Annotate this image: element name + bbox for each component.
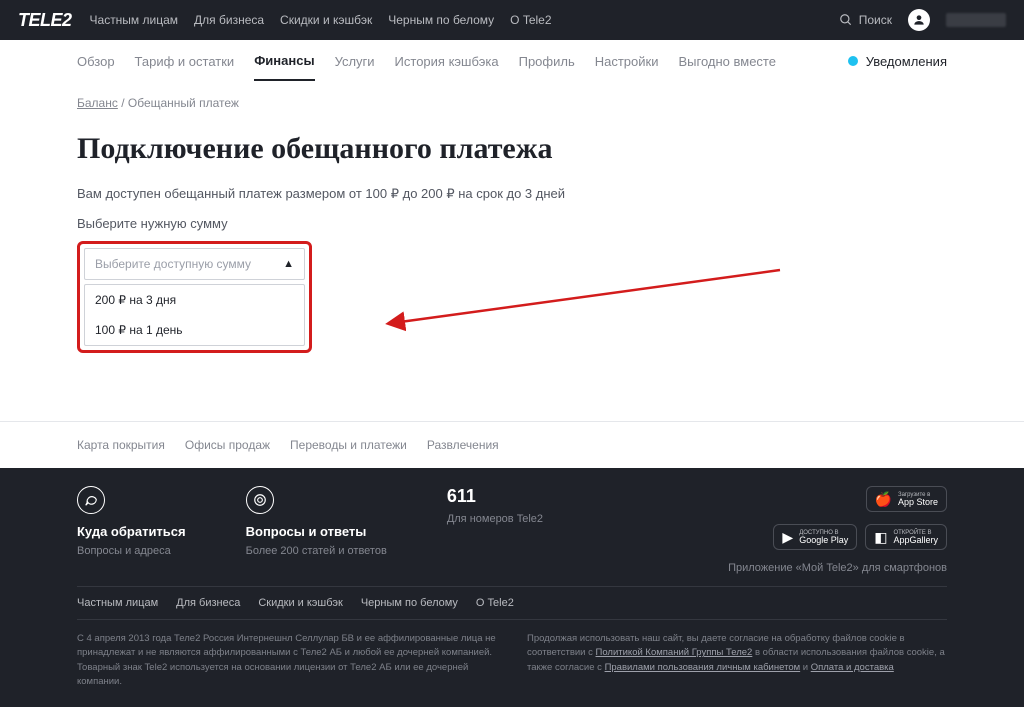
page-description: Вам доступен обещанный платеж размером о… <box>77 186 947 202</box>
sub-nav-wrap: Обзор Тариф и остатки Финансы Услуги Ист… <box>0 40 1024 82</box>
apple-icon: 🍎 <box>875 491 892 508</box>
footer-link-coverage[interactable]: Карта покрытия <box>77 438 165 452</box>
tab-together[interactable]: Выгодно вместе <box>678 43 776 80</box>
lifebuoy-icon <box>246 486 274 514</box>
select-label: Выберите нужную сумму <box>77 216 947 231</box>
breadcrumb: Баланс / Обещанный платеж <box>77 96 947 110</box>
dark-footer: Куда обратиться Вопросы и адреса Вопросы… <box>0 468 1024 707</box>
tab-tariff[interactable]: Тариф и остатки <box>135 43 235 80</box>
amount-dropdown: 200 ₽ на 3 дня 100 ₽ на 1 день <box>84 284 305 346</box>
tab-finance[interactable]: Финансы <box>254 42 314 81</box>
annotation-arrow <box>380 262 800 352</box>
top-nav-private[interactable]: Частным лицам <box>90 13 179 27</box>
fbn-about[interactable]: О Tele2 <box>476 597 514 609</box>
play-icon: ▶ <box>782 529 793 546</box>
contact-sub: Вопросы и адреса <box>77 545 186 557</box>
footer-link-payments[interactable]: Переводы и платежи <box>290 438 407 452</box>
fbn-blog[interactable]: Черным по белому <box>361 597 458 609</box>
footer-col-phone: 611 Для номеров Tele2 <box>447 486 543 574</box>
tab-overview[interactable]: Обзор <box>77 43 115 80</box>
breadcrumb-current: Обещанный платеж <box>128 96 239 110</box>
amount-select[interactable]: Выберите доступную сумму ▲ <box>84 248 305 280</box>
legal-link-policy[interactable]: Политикой Компаний Группы Теле2 <box>596 647 753 658</box>
tab-services[interactable]: Услуги <box>335 43 375 80</box>
notifications-label: Уведомления <box>866 54 947 69</box>
phone-sub: Для номеров Tele2 <box>447 513 543 525</box>
chevron-up-icon: ▲ <box>283 258 294 270</box>
dropdown-option-100[interactable]: 100 ₽ на 1 день <box>85 315 304 345</box>
select-placeholder: Выберите доступную сумму <box>95 257 251 271</box>
select-highlight-box: Выберите доступную сумму ▲ 200 ₽ на 3 дн… <box>77 241 312 353</box>
user-icon <box>912 13 926 27</box>
top-nav-business[interactable]: Для бизнеса <box>194 13 264 27</box>
fbn-business[interactable]: Для бизнеса <box>176 597 240 609</box>
legal-link-rules[interactable]: Правилами пользования личным кабинетом <box>605 662 801 673</box>
badge-appstore[interactable]: 🍎 Загрузите вApp Store <box>866 486 947 512</box>
logo[interactable]: TELE2 <box>18 10 72 31</box>
store-badges-row1: 🍎 Загрузите вApp Store <box>866 486 947 512</box>
top-nav-about[interactable]: О Tele2 <box>510 13 551 27</box>
chat-icon <box>77 486 105 514</box>
tab-cashback-history[interactable]: История кэшбэка <box>395 43 499 80</box>
phone-number: 611 <box>447 486 543 507</box>
top-nav-blog[interactable]: Черным по белому <box>388 13 494 27</box>
content: Баланс / Обещанный платеж Подключение об… <box>77 82 947 383</box>
legal-right: Продолжая использовать наш сайт, вы дает… <box>527 632 947 689</box>
top-nav: Частным лицам Для бизнеса Скидки и кэшбэ… <box>90 13 552 27</box>
footer-col-contact: Куда обратиться Вопросы и адреса <box>77 486 186 574</box>
footer-columns: Куда обратиться Вопросы и адреса Вопросы… <box>77 486 947 574</box>
dropdown-option-200[interactable]: 200 ₽ на 3 дня <box>85 285 304 315</box>
top-header-right: Поиск <box>839 9 1006 31</box>
page-title: Подключение обещанного платежа <box>77 132 947 166</box>
footer-col-faq: Вопросы и ответы Более 200 статей и отве… <box>246 486 387 574</box>
breadcrumb-link-balance[interactable]: Баланс <box>77 96 118 110</box>
search-button[interactable]: Поиск <box>839 13 892 27</box>
legal-link-delivery[interactable]: Оплата и доставка <box>811 662 894 673</box>
notifications-button[interactable]: Уведомления <box>848 54 947 69</box>
search-icon <box>839 13 853 27</box>
legal-left: С 4 апреля 2013 года Теле2 Россия Интерн… <box>77 632 497 689</box>
top-nav-cashback[interactable]: Скидки и кэшбэк <box>280 13 372 27</box>
sub-nav: Обзор Тариф и остатки Финансы Услуги Ист… <box>77 40 947 82</box>
footer-col-apps: 🍎 Загрузите вApp Store ▶ ДОСТУПНО ВGoogl… <box>728 486 947 574</box>
badge-appgallery[interactable]: ◧ ОТКРОЙТЕ ВAppGallery <box>865 524 947 550</box>
tab-profile[interactable]: Профиль <box>519 43 575 80</box>
notification-dot-icon <box>848 56 858 66</box>
content-wrap: Баланс / Обещанный платеж Подключение об… <box>0 82 1024 383</box>
avatar[interactable] <box>908 9 930 31</box>
footer-link-entertainment[interactable]: Развлечения <box>427 438 499 452</box>
search-label: Поиск <box>859 13 892 27</box>
dark-footer-inner: Куда обратиться Вопросы и адреса Вопросы… <box>77 486 947 689</box>
account-name-blurred <box>946 13 1006 27</box>
footer-links-bar: Карта покрытия Офисы продаж Переводы и п… <box>0 421 1024 468</box>
footer-link-offices[interactable]: Офисы продаж <box>185 438 270 452</box>
faq-sub: Более 200 статей и ответов <box>246 545 387 557</box>
store-badges-row2: ▶ ДОСТУПНО ВGoogle Play ◧ ОТКРОЙТЕ ВAppG… <box>773 524 947 550</box>
legal-text: С 4 апреля 2013 года Теле2 Россия Интерн… <box>77 632 947 689</box>
badge-googleplay[interactable]: ▶ ДОСТУПНО ВGoogle Play <box>773 524 857 550</box>
fbn-cashback[interactable]: Скидки и кэшбэк <box>258 597 343 609</box>
appgallery-icon: ◧ <box>874 529 887 546</box>
top-header: TELE2 Частным лицам Для бизнеса Скидки и… <box>0 0 1024 40</box>
tab-settings[interactable]: Настройки <box>595 43 659 80</box>
apps-caption: Приложение «Мой Tele2» для смартфонов <box>728 562 947 574</box>
footer-bottom-nav: Частным лицам Для бизнеса Скидки и кэшбэ… <box>77 586 947 620</box>
contact-title: Куда обратиться <box>77 524 186 539</box>
footer-links-inner: Карта покрытия Офисы продаж Переводы и п… <box>77 438 947 452</box>
fbn-private[interactable]: Частным лицам <box>77 597 158 609</box>
faq-title: Вопросы и ответы <box>246 524 387 539</box>
